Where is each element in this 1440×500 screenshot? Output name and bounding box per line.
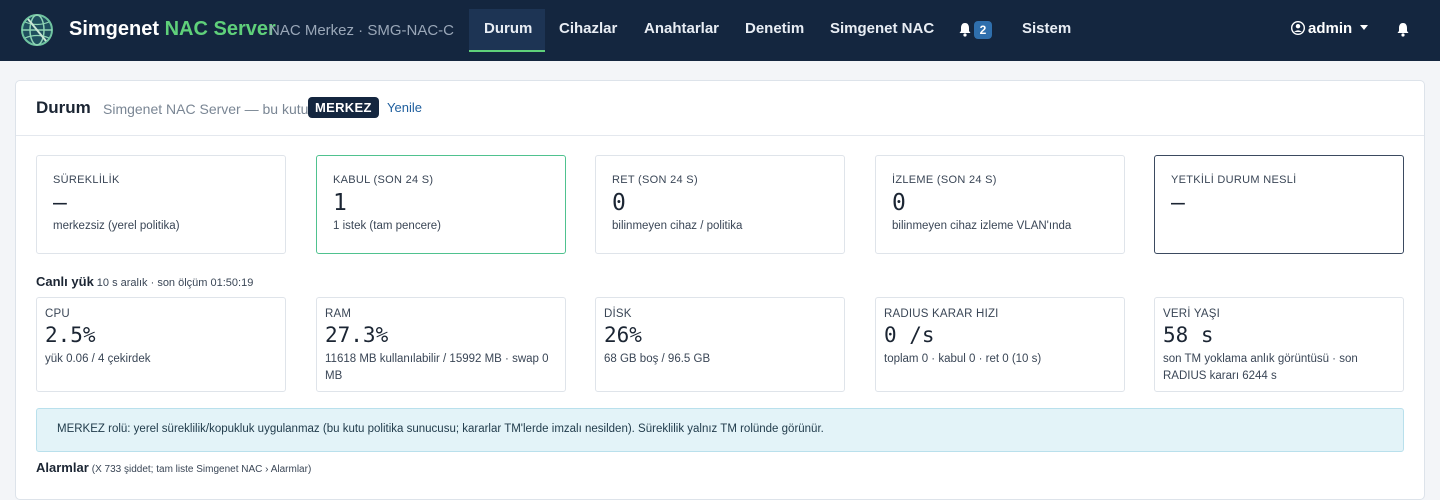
brand-name[interactable]: Simgenet NAC Server: [69, 18, 276, 41]
summary-desc: 1 istek (tam pencere): [333, 220, 442, 232]
nav-item-cihazlar[interactable]: Cihazlar: [559, 20, 617, 37]
brand-subtitle: NAC Merkez · SMG-NAC-C: [269, 22, 455, 39]
metric-disk: DİSK 26% 68 GB boş / 96.5 GB: [595, 297, 845, 392]
summary-value: 1: [333, 190, 347, 216]
summary-label: SÜREKLİLİK: [53, 174, 120, 186]
summary-value: 0: [612, 190, 626, 216]
username: admin: [1308, 20, 1353, 37]
status-card: Durum Simgenet NAC Server — bu kutu MERK…: [15, 80, 1425, 500]
summary-accept: KABUL (SON 24 S) 1 1 istek (tam pencere): [316, 155, 566, 254]
summary-monitor: İZLEME (SON 24 S) 0 bilinmeyen cihaz izl…: [875, 155, 1125, 254]
summary-desc: bilinmeyen cihaz izleme VLAN'ında: [892, 220, 1072, 232]
brand-main: Simgenet: [69, 18, 160, 40]
summary-label: KABUL (SON 24 S): [333, 174, 434, 186]
chevron-down-icon: [1360, 25, 1369, 30]
bell-icon[interactable]: [1396, 22, 1410, 37]
summary-value: —: [1171, 190, 1185, 216]
metric-value: 58 s: [1163, 323, 1214, 347]
live-load-meta: 10 s aralık · son ölçüm 01:50:19: [96, 277, 254, 289]
summary-value: 0: [892, 190, 906, 216]
top-navbar: Simgenet NAC Server NAC Merkez · SMG-NAC…: [0, 0, 1440, 61]
metric-radius-rate: RADIUS KARAR HIZI 0 /s toplam 0 · kabul …: [875, 297, 1125, 392]
nav-item-sistem[interactable]: Sistem: [1022, 20, 1071, 37]
page-title: Durum: [36, 98, 91, 117]
summary-authorized-generation: YETKİLİ DURUM NESLİ —: [1154, 155, 1404, 254]
metric-desc: 68 GB boş / 96.5 GB: [604, 353, 711, 365]
card-header: Durum Simgenet NAC Server — bu kutu MERK…: [16, 81, 1424, 136]
metric-label: DİSK: [604, 308, 632, 320]
metric-value: 26%: [604, 323, 642, 347]
metric-cpu: CPU 2.5% yük 0.06 / 4 çekirdek: [36, 297, 286, 392]
metric-ram: RAM 27.3% 11618 MB kullanılabilir / 1599…: [316, 297, 566, 392]
metric-desc: yük 0.06 / 4 çekirdek: [45, 353, 151, 365]
metric-label: RADIUS KARAR HIZI: [884, 308, 999, 320]
summary-label: YETKİLİ DURUM NESLİ: [1171, 174, 1297, 186]
nav-item-anahtarlar[interactable]: Anahtarlar: [644, 20, 719, 37]
summary-continuity: SÜREKLİLİK — merkezsiz (yerel politika): [36, 155, 286, 254]
metric-desc: toplam 0 · kabul 0 · ret 0 (10 s): [884, 353, 1042, 365]
info-alert: MERKEZ rolü: yerel süreklilik/kopukluk u…: [36, 408, 1404, 452]
alarms-heading: Alarmlar (X 733 şiddet; tam liste Simgene…: [36, 460, 311, 475]
summary-desc: merkezsiz (yerel politika): [53, 220, 180, 232]
summary-value: —: [53, 190, 67, 216]
brand-accent: NAC Server: [164, 18, 276, 40]
nav-item-durum[interactable]: Durum: [484, 20, 532, 37]
refresh-link[interactable]: Yenile: [387, 100, 422, 115]
nav-item-simgenet-nac[interactable]: Simgenet NAC: [830, 20, 934, 37]
live-load-title: Canlı yük: [36, 274, 94, 289]
summary-label: RET (SON 24 S): [612, 174, 698, 186]
metric-label: VERİ YAŞI: [1163, 308, 1220, 320]
user-menu[interactable]: admin: [1290, 20, 1369, 37]
role-badge: MERKEZ: [308, 97, 379, 118]
metric-label: CPU: [45, 308, 70, 320]
page-subtitle: Simgenet NAC Server — bu kutu: [103, 101, 309, 117]
notification-count-badge: 2: [974, 21, 992, 39]
live-load-heading: Canlı yük 10 s aralık · son ölçüm 01:50:1…: [36, 274, 253, 289]
summary-label: İZLEME (SON 24 S): [892, 174, 997, 186]
user-circle-icon: [1290, 20, 1306, 36]
metric-desc: 11618 MB kullanılabilir / 15992 MB · swa…: [325, 353, 549, 382]
summary-desc: bilinmeyen cihaz / politika: [612, 220, 743, 232]
nav-item-denetim[interactable]: Denetim: [745, 20, 804, 37]
metric-label: RAM: [325, 308, 352, 320]
logo-globe-icon[interactable]: [20, 13, 54, 47]
bell-icon: [959, 23, 971, 37]
metric-value: 0 /s: [884, 323, 935, 347]
metric-data-age: VERİ YAŞI 58 s son TM yoklama anlık görü…: [1154, 297, 1404, 392]
metric-desc: son TM yoklama anlık görüntüsü · son RAD…: [1163, 353, 1358, 382]
metric-value: 27.3%: [325, 323, 389, 347]
alarms-title: Alarmlar: [36, 460, 89, 475]
metric-value: 2.5%: [45, 323, 96, 347]
summary-reject: RET (SON 24 S) 0 bilinmeyen cihaz / poli…: [595, 155, 845, 254]
